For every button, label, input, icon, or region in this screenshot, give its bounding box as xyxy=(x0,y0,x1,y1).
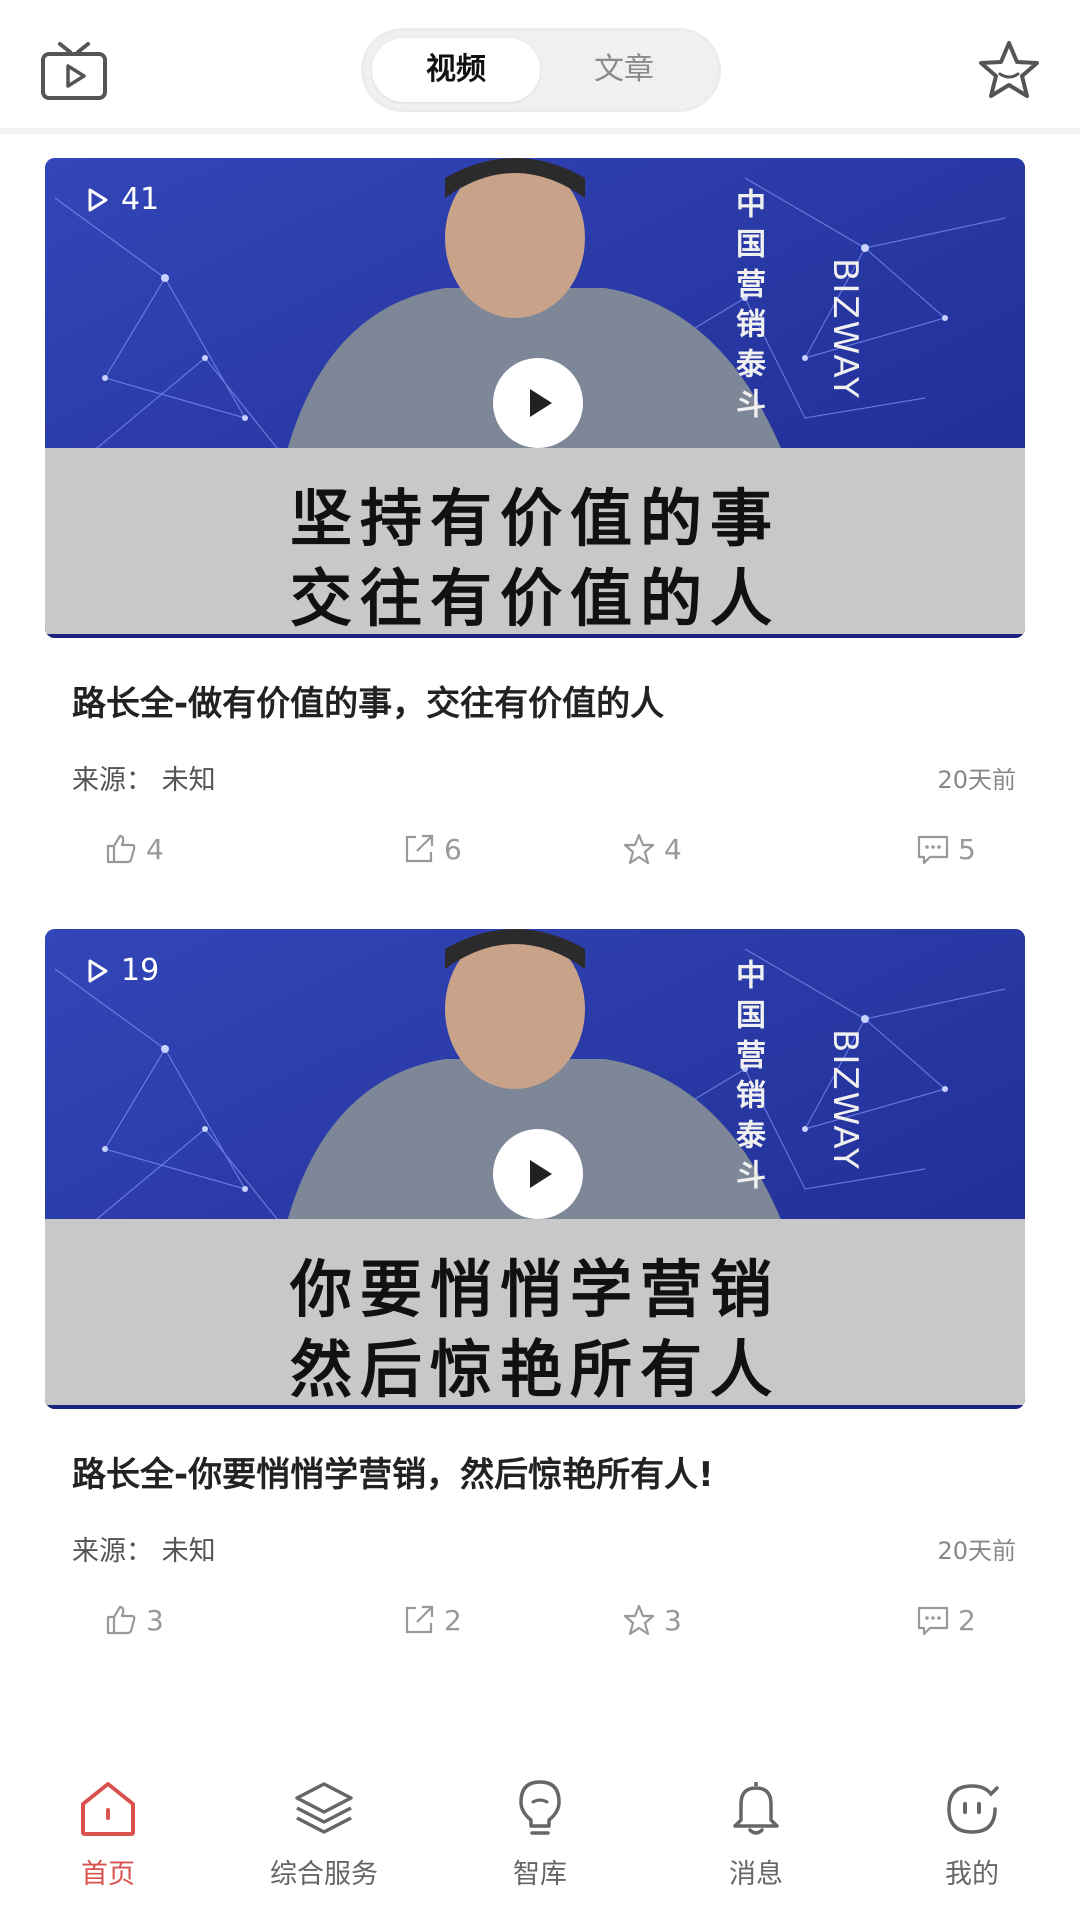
content-type-switch: 视频 文章 xyxy=(361,28,721,112)
post-time: 20天前 xyxy=(937,766,1016,794)
action-bar: 3 2 3 2 xyxy=(42,1603,1038,1643)
thumbnail-overlay-text: 中国营销泰斗 xyxy=(730,959,765,1199)
tab-messages[interactable]: 消息 xyxy=(648,1760,864,1920)
thumbnail-caption: 你要悄悄学营销 然后惊艳所有人 xyxy=(45,1219,1025,1409)
thumbnail-overlay-text: 中国营销泰斗 xyxy=(730,188,765,428)
view-count: 19 xyxy=(83,953,159,988)
home-icon xyxy=(81,1782,135,1836)
video-card[interactable]: 19 中国营销泰斗 BIZWAY 你要悄悄学营销 然后惊艳所有人 路长全-你要悄… xyxy=(42,929,1038,1659)
bell-icon xyxy=(733,1782,779,1835)
tab-home[interactable]: 首页 xyxy=(0,1760,216,1920)
thumbnail-caption: 坚持有价值的事 交往有价值的人 xyxy=(45,448,1025,638)
video-card[interactable]: 41 中国营销泰斗 BIZWAY 坚持有价值的事 交往有价值的人 路长全-做有价… xyxy=(42,158,1038,888)
thumbnail-overlay-brand: BIZWAY xyxy=(825,258,865,400)
thumbs-up-icon xyxy=(106,834,136,864)
like-button[interactable]: 4 xyxy=(104,832,164,866)
play-button[interactable] xyxy=(493,358,583,448)
tab-video[interactable]: 视频 xyxy=(372,38,540,102)
video-title[interactable]: 路长全-你要悄悄学营销，然后惊艳所有人! xyxy=(72,1447,714,1496)
thumbs-up-icon xyxy=(106,1605,136,1635)
star-outline-icon xyxy=(623,1604,655,1636)
star-outline-icon xyxy=(623,833,655,865)
play-outline-icon xyxy=(88,959,108,982)
comment-button[interactable]: 2 xyxy=(916,1603,976,1637)
source-label: 来源： 未知 xyxy=(72,765,216,796)
smiley-icon xyxy=(947,1784,999,1834)
play-button[interactable] xyxy=(493,1129,583,1219)
share-icon xyxy=(405,834,434,863)
thumbnail-overlay-brand: BIZWAY xyxy=(825,1029,865,1171)
favorite-button[interactable]: 3 xyxy=(622,1603,682,1637)
share-button[interactable]: 6 xyxy=(402,832,462,866)
action-bar: 4 6 4 5 xyxy=(42,832,1038,872)
tab-services[interactable]: 综合服务 xyxy=(216,1760,432,1920)
comment-icon xyxy=(917,835,949,865)
like-button[interactable]: 3 xyxy=(104,1603,164,1637)
share-icon xyxy=(405,1605,434,1634)
favorite-button[interactable]: 4 xyxy=(622,832,682,866)
layers-icon xyxy=(295,1782,353,1834)
tv-icon[interactable] xyxy=(40,40,108,102)
video-thumbnail[interactable]: 19 中国营销泰斗 BIZWAY 你要悄悄学营销 然后惊艳所有人 xyxy=(45,929,1025,1409)
comment-icon xyxy=(917,1606,949,1636)
play-icon xyxy=(530,389,552,417)
play-outline-icon xyxy=(88,188,108,211)
post-time: 20天前 xyxy=(937,1537,1016,1565)
tab-article[interactable]: 文章 xyxy=(540,38,708,102)
tab-profile[interactable]: 我的 xyxy=(864,1760,1080,1920)
video-title[interactable]: 路长全-做有价值的事，交往有价值的人 xyxy=(72,676,664,725)
lightbulb-icon xyxy=(519,1780,561,1835)
source-label: 来源： 未知 xyxy=(72,1536,216,1567)
play-icon xyxy=(530,1160,552,1188)
comment-button[interactable]: 5 xyxy=(916,832,976,866)
star-icon[interactable] xyxy=(976,38,1042,104)
tab-think-tank[interactable]: 智库 xyxy=(432,1760,648,1920)
share-button[interactable]: 2 xyxy=(402,1603,462,1637)
video-thumbnail[interactable]: 41 中国营销泰斗 BIZWAY 坚持有价值的事 交往有价值的人 xyxy=(45,158,1025,638)
top-header: 视频 文章 xyxy=(0,0,1080,134)
view-count: 41 xyxy=(83,182,159,217)
bottom-tab-bar: 首页 综合服务 智库 消息 我的 xyxy=(0,1760,1080,1920)
